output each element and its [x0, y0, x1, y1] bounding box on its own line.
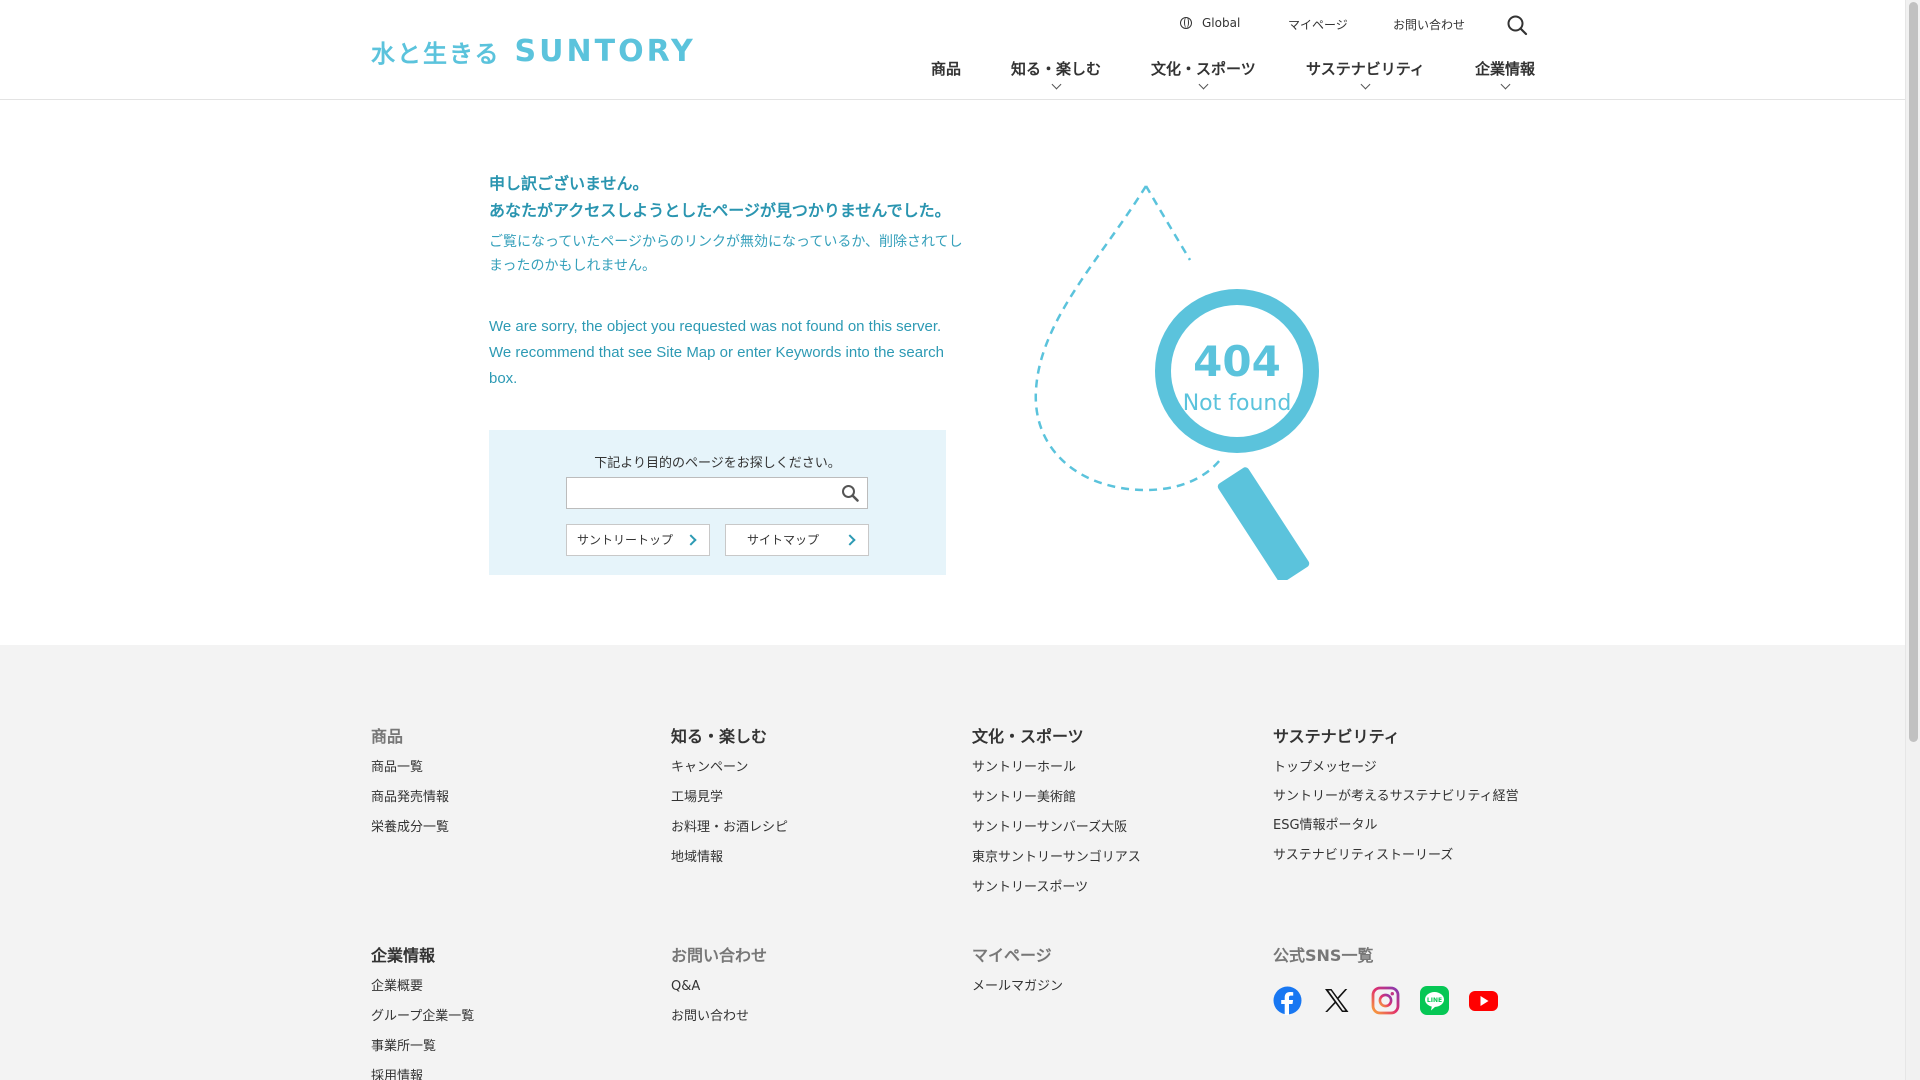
instagram-icon[interactable]	[1371, 986, 1400, 1015]
footer-heading: 公式SNS一覧	[1273, 946, 1374, 965]
footer-sns: 公式SNS一覧 LINE	[1273, 942, 1498, 1015]
suntory-logo[interactable]: 水と生きる SUNTORY	[371, 34, 696, 69]
footer-heading[interactable]: サステナビリティ	[1273, 723, 1531, 747]
chevron-right-icon	[844, 534, 856, 546]
footer-link[interactable]: 採用情報	[371, 1069, 629, 1080]
global-link[interactable]: Global	[1180, 16, 1240, 30]
footer-culture: 文化・スポーツ サントリーホール サントリー美術館 サントリーサンバーズ大阪 東…	[972, 723, 1230, 910]
svg-text:LINE: LINE	[1427, 997, 1442, 1004]
nav-culture[interactable]: 文化・スポーツ	[1151, 58, 1256, 90]
contact-link[interactable]: お問い合わせ	[1393, 16, 1465, 33]
footer-link[interactable]: お問い合わせ	[671, 1009, 929, 1024]
error-description: ご覧になっていたページからのリンクが無効になっているか、削除されてしまったのかも…	[489, 234, 963, 274]
search-lead: 下記より目的のページをお探しください。	[594, 456, 841, 471]
footer-link[interactable]: サステナビリティストーリーズ	[1273, 848, 1531, 863]
error-english-1: We are sorry, the object you requested w…	[489, 318, 942, 335]
nav-label: サステナビリティ	[1306, 60, 1425, 78]
error-heading-1: 申し訳ございません。	[489, 174, 649, 193]
error-message: 申し訳ございません。 あなたがアクセスしようとしたページが見つかりませんでした。…	[489, 170, 969, 392]
nav-label: 企業情報	[1475, 60, 1536, 78]
site-header: 水と生きる SUNTORY Global マイページ お問い合わせ 商品 知る・…	[0, 0, 1905, 100]
sns-links: LINE	[1273, 986, 1498, 1015]
footer-link[interactable]: グループ企業一覧	[371, 1009, 629, 1024]
nav-label: 知る・楽しむ	[1011, 60, 1102, 78]
footer-corporate: 企業情報 企業概要 グループ企業一覧 事業所一覧 採用情報	[371, 942, 629, 1080]
not-found-text: Not found	[1183, 391, 1292, 416]
site-footer: 商品 商品一覧 商品発売情報 栄養成分一覧 知る・楽しむ キャンペーン 工場見学…	[0, 645, 1905, 1080]
footer-link[interactable]: 地域情報	[671, 850, 929, 865]
x-icon[interactable]	[1322, 986, 1351, 1015]
footer-link[interactable]: 事業所一覧	[371, 1039, 629, 1054]
chevron-down-icon	[1198, 79, 1209, 90]
nav-enjoy[interactable]: 知る・楽しむ	[1011, 58, 1102, 90]
nav-label: 文化・スポーツ	[1151, 60, 1256, 78]
globe-icon	[1180, 17, 1192, 29]
footer-link[interactable]: Q&A	[671, 979, 929, 994]
nav-corporate[interactable]: 企業情報	[1475, 58, 1536, 90]
footer-link[interactable]: サントリー美術館	[972, 790, 1230, 805]
footer-link[interactable]: 工場見学	[671, 790, 929, 805]
search-icon[interactable]	[841, 484, 859, 502]
footer-contact: お問い合わせ Q&A お問い合わせ	[671, 942, 929, 1039]
chevron-down-icon	[1500, 79, 1510, 90]
footer-heading[interactable]: 文化・スポーツ	[972, 723, 1230, 747]
line-icon[interactable]: LINE	[1420, 986, 1449, 1015]
footer-mypage: マイページ メールマガジン	[972, 942, 1230, 1009]
footer-link[interactable]: 東京サントリーサンゴリアス	[972, 850, 1230, 865]
search-panel: 下記より目的のページをお探しください。 サントリートップ サイトマップ	[489, 430, 946, 575]
button-label: サイトマップ	[747, 533, 820, 547]
facebook-icon[interactable]	[1273, 986, 1302, 1015]
footer-link[interactable]: 栄養成分一覧	[371, 820, 629, 835]
footer-link[interactable]: ESG情報ポータル	[1273, 818, 1531, 833]
footer-enjoy: 知る・楽しむ キャンペーン 工場見学 お料理・お酒レシピ 地域情報	[671, 723, 929, 880]
footer-link[interactable]: サントリーが考えるサステナビリティ経営	[1273, 790, 1531, 803]
nav-sustainability[interactable]: サステナビリティ	[1306, 58, 1425, 90]
chevron-right-icon	[685, 534, 697, 546]
footer-link[interactable]: 商品一覧	[371, 760, 629, 775]
suntory-top-button[interactable]: サントリートップ	[566, 524, 710, 556]
footer-heading[interactable]: 企業情報	[371, 942, 629, 966]
button-label: サントリートップ	[577, 533, 674, 547]
footer-link[interactable]: トップメッセージ	[1273, 760, 1531, 775]
footer-link[interactable]: 企業概要	[371, 979, 629, 994]
footer-heading[interactable]: 知る・楽しむ	[671, 723, 929, 747]
keyword-search-input[interactable]	[566, 477, 868, 509]
footer-link[interactable]: サントリースポーツ	[972, 880, 1230, 895]
footer-link[interactable]: メールマガジン	[972, 979, 1230, 994]
error-english-2: We recommend that see Site Map or enter …	[489, 344, 944, 387]
footer-heading[interactable]: マイページ	[972, 942, 1230, 966]
logo-tagline: 水と生きる	[371, 40, 501, 68]
logo-wordmark: SUNTORY	[514, 34, 696, 69]
error-heading-2: あなたがアクセスしようとしたページが見つかりませんでした。	[489, 201, 951, 220]
footer-heading[interactable]: お問い合わせ	[671, 942, 929, 966]
footer-products: 商品 商品一覧 商品発売情報 栄養成分一覧	[371, 723, 629, 850]
not-found-illustration: 404 Not found	[1034, 185, 1319, 580]
error-english: We are sorry, the object you requested w…	[489, 314, 969, 392]
chevron-down-icon	[1360, 79, 1371, 90]
search-icon[interactable]	[1506, 14, 1528, 36]
footer-heading[interactable]: 商品	[371, 723, 629, 747]
youtube-icon[interactable]	[1469, 986, 1498, 1015]
nav-products[interactable]: 商品	[931, 58, 961, 79]
footer-link[interactable]: キャンペーン	[671, 760, 929, 775]
mypage-link[interactable]: マイページ	[1288, 16, 1348, 33]
footer-link[interactable]: サントリーサンバーズ大阪	[972, 820, 1230, 835]
scrollbar[interactable]	[1905, 0, 1920, 1080]
nav-label: 商品	[931, 60, 962, 78]
scrollbar-thumb[interactable]	[1909, 2, 1918, 742]
footer-sustainability: サステナビリティ トップメッセージ サントリーが考えるサステナビリティ経営 ES…	[1273, 723, 1531, 878]
footer-link[interactable]: お料理・お酒レシピ	[671, 820, 929, 835]
chevron-down-icon	[1051, 79, 1061, 90]
footer-link[interactable]: サントリーホール	[972, 760, 1230, 775]
error-code: 404	[1193, 337, 1281, 386]
global-label: Global	[1202, 16, 1241, 30]
sitemap-button[interactable]: サイトマップ	[725, 524, 869, 556]
footer-link[interactable]: 商品発売情報	[371, 790, 629, 805]
